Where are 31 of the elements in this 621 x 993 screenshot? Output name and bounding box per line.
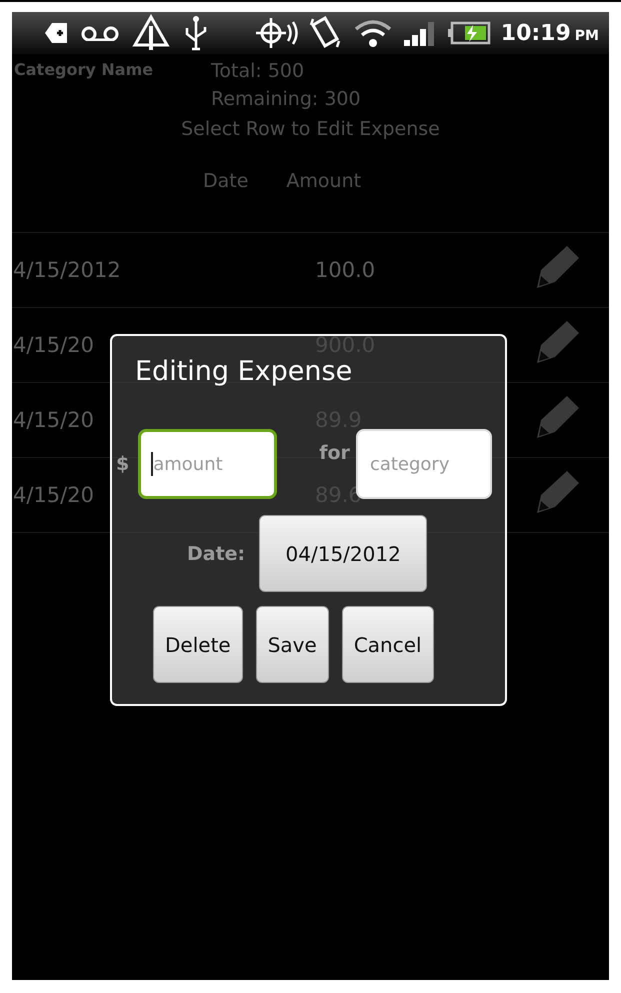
warning-icon (132, 14, 170, 52)
amount-field[interactable]: amount (138, 429, 278, 499)
pencil-icon[interactable] (535, 469, 581, 515)
signal-icon (402, 20, 437, 46)
plus-tag-icon (44, 22, 68, 44)
save-button[interactable]: Save (256, 606, 329, 683)
pencil-icon[interactable] (535, 244, 581, 290)
battery-icon (446, 21, 491, 45)
date-cell-text: 4/15/20 (12, 408, 95, 432)
date-cell-text: 4/15/2012 (12, 258, 122, 282)
category-field[interactable]: category (356, 429, 492, 499)
amount-cell-text: 100.0 (315, 258, 376, 282)
pencil-icon[interactable] (535, 394, 581, 440)
date-cell-text: 4/15/20 (12, 333, 95, 357)
date-button[interactable]: 04/15/2012 (259, 515, 428, 592)
wifi-icon (352, 17, 393, 49)
clock-time: 10:19 (500, 20, 571, 46)
pencil-icon[interactable] (535, 319, 581, 365)
instruction-text: Select Row to Edit Expense (180, 118, 441, 140)
date-cell-text: 4/15/20 (12, 483, 95, 507)
category-name: Category Name (13, 60, 154, 81)
cancel-button[interactable]: Cancel (342, 606, 434, 683)
remaining-amount: Remaining: 300 (211, 88, 362, 110)
delete-button[interactable]: Delete (153, 606, 243, 683)
total-amount: Total: 500 (211, 60, 306, 82)
date-label: Date: (187, 542, 246, 564)
text-cursor (151, 452, 154, 476)
column-header: Amount (286, 170, 362, 194)
clock-meridiem: PM (574, 28, 599, 44)
column-header: Date (203, 170, 248, 194)
voicemail-icon (80, 25, 120, 41)
